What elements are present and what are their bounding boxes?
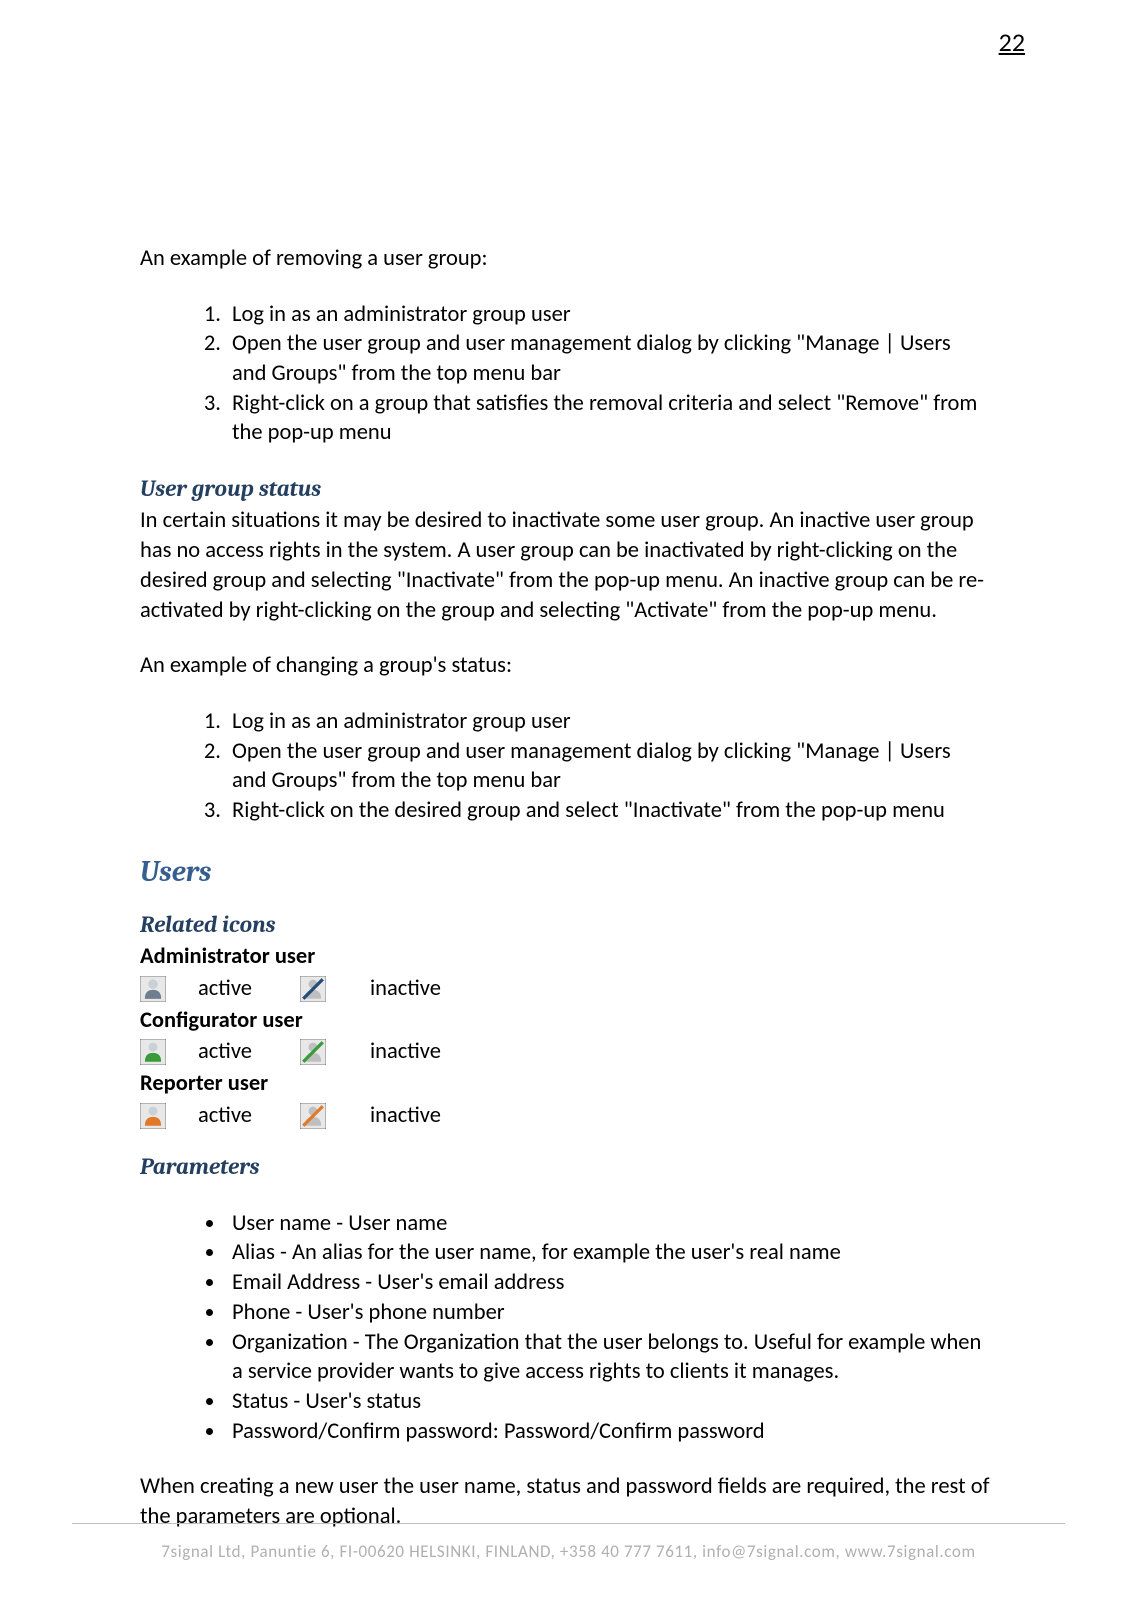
list-item: Phone - User's phone number — [226, 1298, 990, 1328]
document-body: An example of removing a user group: Log… — [140, 244, 990, 1558]
list-item: Log in as an administrator group user — [226, 707, 990, 737]
label-inactive: inactive — [370, 1037, 441, 1067]
list-item: Open the user group and user management … — [226, 737, 990, 796]
footer-text: 7signal Ltd, Panuntie 6, FI-00620 HELSIN… — [0, 1541, 1137, 1562]
label-active: active — [198, 974, 300, 1004]
ordered-list: Log in as an administrator group user Op… — [140, 300, 990, 448]
heading-related-icons: Related icons — [140, 910, 990, 940]
list-item: Right-click on a group that satisfies th… — [226, 389, 990, 448]
config-inactive-icon — [300, 1039, 370, 1065]
heading-user-group-status: User group status — [140, 474, 990, 504]
ordered-list: Log in as an administrator group user Op… — [140, 707, 990, 826]
list-item: Open the user group and user management … — [226, 329, 990, 388]
paragraph: An example of removing a user group: — [140, 244, 990, 274]
label-reporter-user: Reporter user — [140, 1069, 990, 1099]
footer-divider — [72, 1523, 1065, 1524]
icon-row-admin: active inactive — [140, 974, 990, 1004]
paragraph: In certain situations it may be desired … — [140, 506, 990, 625]
list-item: Password/Confirm password: Password/Conf… — [226, 1417, 990, 1447]
label-inactive: inactive — [370, 1101, 441, 1131]
bullet-list: User name - User name Alias - An alias f… — [140, 1209, 990, 1447]
admin-active-icon — [140, 976, 198, 1002]
icon-row-config: active inactive — [140, 1037, 990, 1067]
list-item: Log in as an administrator group user — [226, 300, 990, 330]
page-number: 22 — [999, 26, 1025, 58]
list-item: User name - User name — [226, 1209, 990, 1239]
admin-inactive-icon — [300, 976, 370, 1002]
list-item: Status - User's status — [226, 1387, 990, 1417]
config-active-icon — [140, 1039, 198, 1065]
label-active: active — [198, 1101, 300, 1131]
label-active: active — [198, 1037, 300, 1067]
list-item: Alias - An alias for the user name, for … — [226, 1238, 990, 1268]
label-inactive: inactive — [370, 974, 441, 1004]
paragraph: An example of changing a group's status: — [140, 651, 990, 681]
list-item: Right-click on the desired group and sel… — [226, 796, 990, 826]
heading-users: Users — [140, 854, 990, 892]
label-configurator-user: Configurator user — [140, 1006, 990, 1036]
label-administrator-user: Administrator user — [140, 942, 990, 972]
reporter-inactive-icon — [300, 1103, 370, 1129]
list-item: Organization - The Organization that the… — [226, 1328, 990, 1387]
list-item: Email Address - User's email address — [226, 1268, 990, 1298]
icon-row-reporter: active inactive — [140, 1101, 990, 1131]
heading-parameters: Parameters — [140, 1152, 990, 1182]
reporter-active-icon — [140, 1103, 198, 1129]
